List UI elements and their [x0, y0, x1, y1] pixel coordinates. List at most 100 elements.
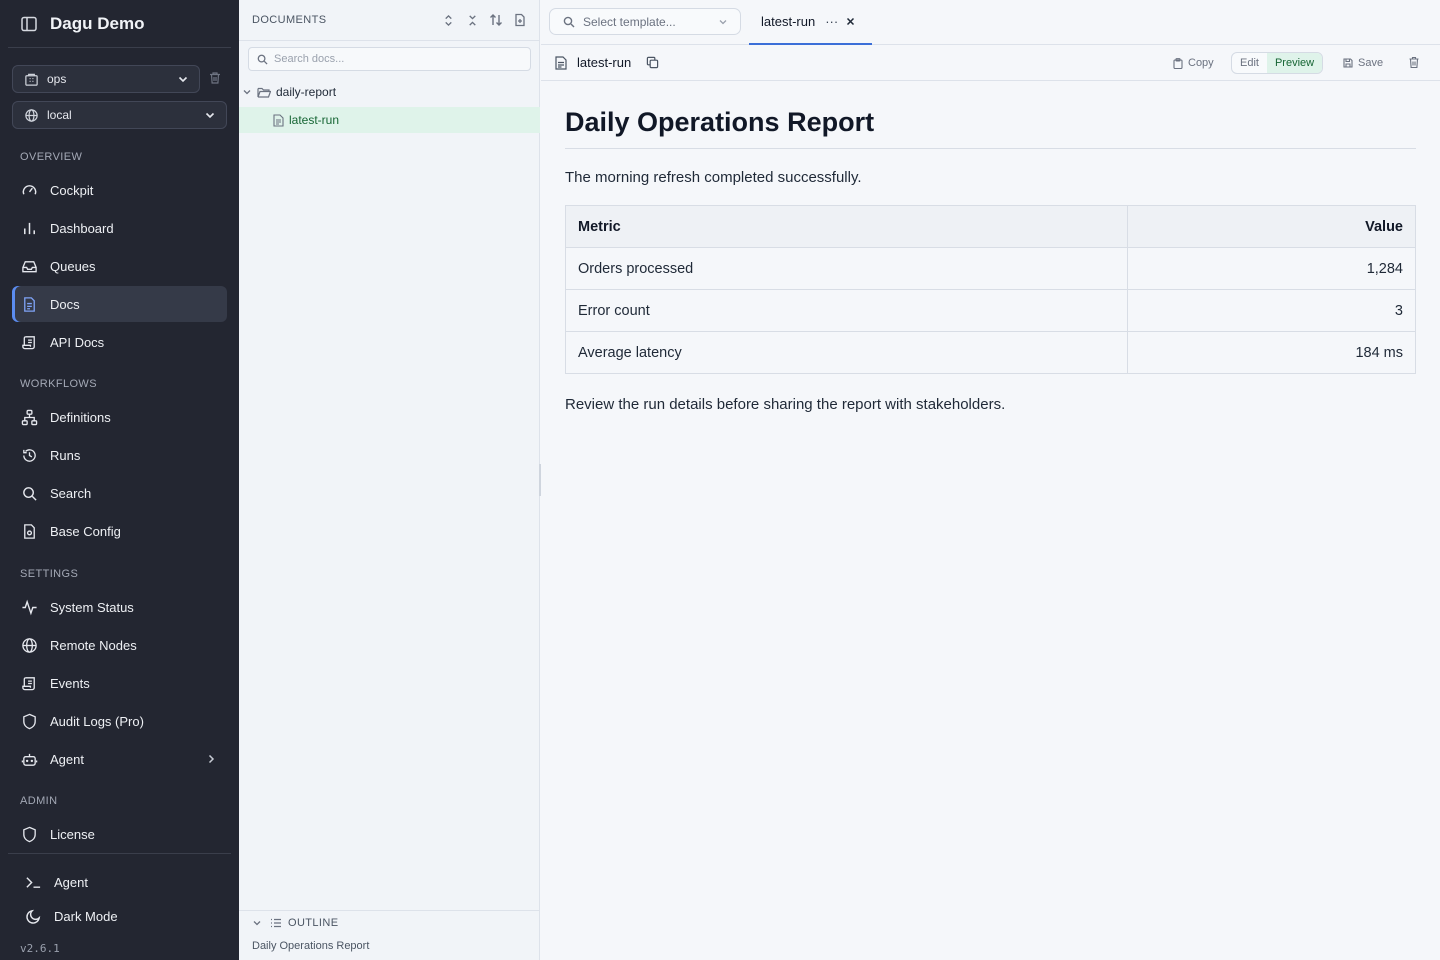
document-outro: Review the run details before sharing th… [565, 396, 1006, 413]
delete-document-icon[interactable] [1408, 56, 1420, 69]
bot-icon [20, 750, 38, 768]
table-row: Average latency 184 ms [565, 331, 1416, 374]
collapse-all-icon[interactable] [460, 14, 484, 27]
table-row: Orders processed 1,284 [565, 247, 1416, 290]
tree-file-latest-run[interactable]: latest-run [239, 107, 540, 133]
tab-bar: Select template... latest-run ··· [541, 0, 1440, 45]
sidebar-item-label: Agent [54, 874, 88, 890]
tab-latest-run[interactable]: latest-run ··· [749, 0, 872, 45]
environment-selector-value: local [47, 108, 72, 122]
sidebar-item-api-docs[interactable]: API Docs [12, 324, 227, 360]
document-icon [555, 55, 567, 70]
sidebar-item-docs[interactable]: Docs [12, 286, 227, 322]
save-icon [1343, 58, 1353, 68]
document-heading: Daily Operations Report [565, 107, 1416, 149]
sidebar-item-label: Remote Nodes [50, 637, 137, 653]
chevron-down-icon [718, 17, 728, 27]
value-cell: 3 [1127, 289, 1416, 332]
delete-workspace-icon[interactable] [208, 71, 222, 85]
template-select[interactable]: Select template... [549, 8, 741, 35]
sidebar-item-label: Queues [50, 258, 96, 274]
metric-cell: Orders processed [565, 247, 1128, 290]
docs-search[interactable] [248, 47, 531, 71]
chevron-right-icon [205, 753, 217, 765]
sidebar-item-system-status[interactable]: System Status [12, 589, 227, 625]
workflow-icon [20, 408, 38, 426]
close-icon[interactable] [846, 17, 855, 26]
sidebar-item-label: API Docs [50, 334, 105, 350]
table-row: Error count 3 [565, 289, 1416, 332]
sidebar-footer-agent[interactable]: Agent [16, 864, 231, 900]
workspace-selector[interactable]: ops [12, 65, 200, 93]
save-label: Save [1358, 57, 1384, 69]
document-name: latest-run [577, 55, 632, 70]
sidebar-item-base-config[interactable]: Base Config [12, 513, 227, 549]
chevron-down-icon [177, 73, 189, 85]
scroll-icon [20, 333, 38, 351]
shield-icon [20, 825, 38, 843]
save-button[interactable]: Save [1343, 53, 1383, 73]
globe-icon [20, 636, 38, 654]
view-mode-toggle[interactable]: Edit Preview [1231, 52, 1324, 74]
sidebar-item-audit-logs[interactable]: Audit Logs (Pro) [12, 703, 227, 739]
sidebar-item-agent[interactable]: Agent [12, 741, 227, 777]
copy-path-icon[interactable] [646, 56, 659, 69]
scroll-icon [20, 674, 38, 692]
history-icon [20, 446, 38, 464]
gauge-icon [20, 181, 38, 199]
app-version: v2.6.1 [20, 942, 60, 955]
chevron-down-icon [242, 87, 252, 97]
document-toolbar: latest-run Copy Edit Preview Save [541, 45, 1440, 81]
list-icon [270, 918, 282, 928]
terminal-icon [24, 873, 42, 891]
sidebar: Dagu Demo ops local OVERVIEW Cockpit Das… [0, 0, 239, 960]
sidebar-item-search[interactable]: Search [12, 475, 227, 511]
outline-toggle[interactable]: OUTLINE [252, 917, 338, 929]
sidebar-toggle-icon[interactable] [20, 15, 38, 33]
sidebar-item-definitions[interactable]: Definitions [12, 399, 227, 435]
sidebar-item-label: Agent [50, 751, 84, 767]
metric-cell: Average latency [565, 331, 1128, 374]
sidebar-item-events[interactable]: Events [12, 665, 227, 701]
sidebar-item-dashboard[interactable]: Dashboard [12, 210, 227, 246]
moon-icon [24, 907, 42, 925]
documents-panel: DOCUMENTS daily-report latest-run OUTLIN… [239, 0, 540, 960]
outline-item[interactable]: Daily Operations Report [252, 940, 369, 952]
section-title-overview: OVERVIEW [20, 151, 83, 163]
sidebar-item-label: Cockpit [50, 182, 94, 198]
expand-all-icon[interactable] [436, 14, 460, 27]
document-intro: The morning refresh completed successful… [565, 169, 862, 186]
tab-label: latest-run [761, 14, 816, 29]
preview-mode-button[interactable]: Preview [1266, 53, 1323, 73]
environment-selector[interactable]: local [12, 101, 227, 129]
globe-icon [24, 108, 39, 123]
inbox-icon [20, 257, 38, 275]
sidebar-item-label: Docs [50, 296, 80, 312]
sidebar-header: Dagu Demo [8, 0, 231, 48]
sidebar-item-queues[interactable]: Queues [12, 248, 227, 284]
main-area: Select template... latest-run ··· latest… [541, 0, 1440, 960]
dark-mode-toggle[interactable]: Dark Mode [16, 898, 231, 934]
sidebar-item-label: Dashboard [50, 220, 114, 236]
new-document-icon[interactable] [508, 13, 532, 27]
chevron-down-icon [204, 109, 216, 121]
section-title-admin: ADMIN [20, 795, 58, 807]
copy-button[interactable]: Copy [1173, 53, 1214, 73]
edit-mode-button[interactable]: Edit [1232, 53, 1267, 73]
bar-chart-icon [20, 219, 38, 237]
sort-icon[interactable] [484, 13, 508, 27]
sidebar-item-runs[interactable]: Runs [12, 437, 227, 473]
more-icon[interactable]: ··· [825, 14, 838, 29]
sidebar-item-cockpit[interactable]: Cockpit [12, 172, 227, 208]
clipboard-icon [1173, 57, 1183, 69]
documents-header: DOCUMENTS [239, 0, 539, 41]
section-title-workflows: WORKFLOWS [20, 378, 97, 390]
docs-search-input[interactable] [274, 53, 514, 65]
sidebar-item-license[interactable]: License [12, 816, 227, 852]
tree-file-label: latest-run [289, 113, 340, 127]
column-header-metric: Metric [565, 205, 1128, 248]
sidebar-item-remote-nodes[interactable]: Remote Nodes [12, 627, 227, 663]
template-select-placeholder: Select template... [583, 14, 676, 29]
sidebar-item-label: Runs [50, 447, 81, 463]
tree-folder-daily-report[interactable]: daily-report [239, 79, 540, 105]
